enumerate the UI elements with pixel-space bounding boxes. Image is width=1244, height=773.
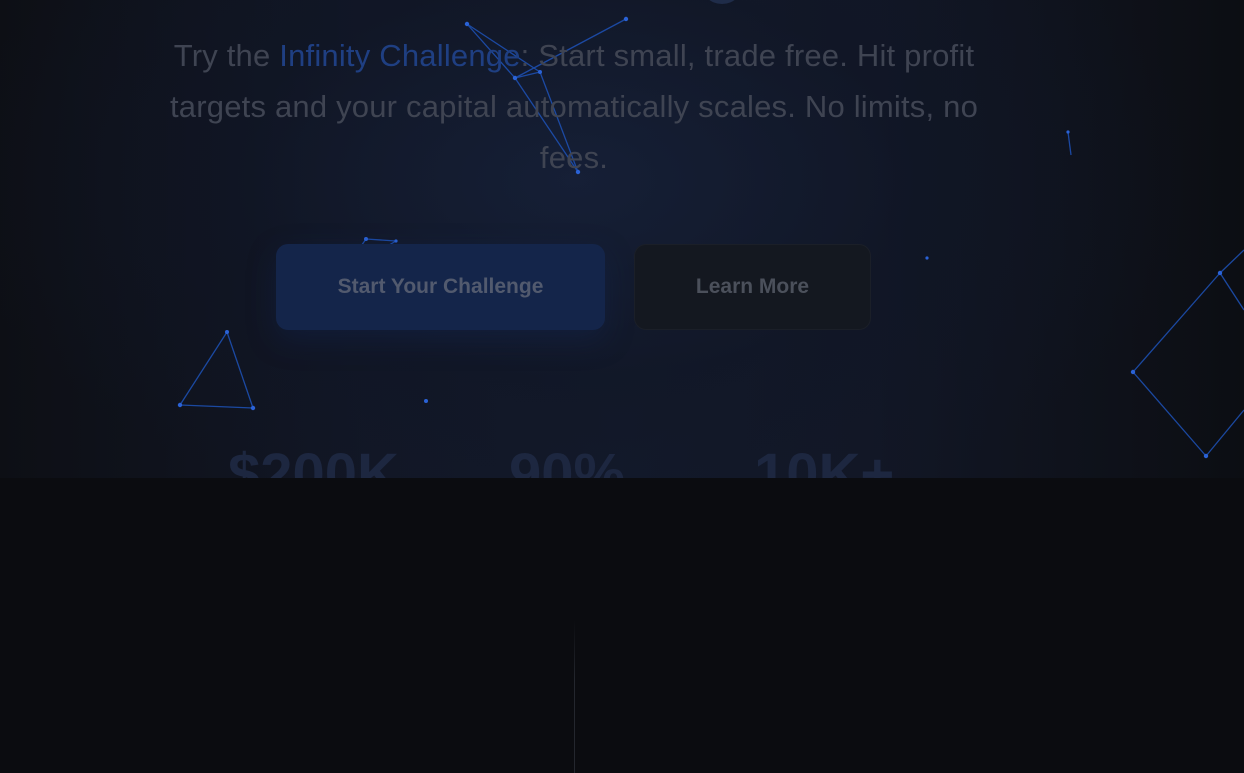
infinity-challenge-highlight: Infinity Challenge [279, 38, 521, 73]
stat-value-capital: $200K [228, 442, 399, 478]
lower-section [0, 478, 1244, 773]
stat-value-traders: 10K+ [754, 442, 895, 478]
learn-more-button[interactable]: Learn More [634, 244, 871, 330]
vertical-divider [574, 620, 575, 773]
stat-value-percentage: 90% [509, 442, 626, 478]
hero-section: Try the Infinity Challenge: Start small,… [0, 0, 1244, 478]
start-your-challenge-button[interactable]: Start Your Challenge [276, 244, 605, 330]
hero-tagline: Try the Infinity Challenge: Start small,… [150, 30, 998, 183]
landing-page: Try the Infinity Challenge: Start small,… [0, 0, 1244, 773]
tagline-text-start: Try the [173, 38, 280, 73]
